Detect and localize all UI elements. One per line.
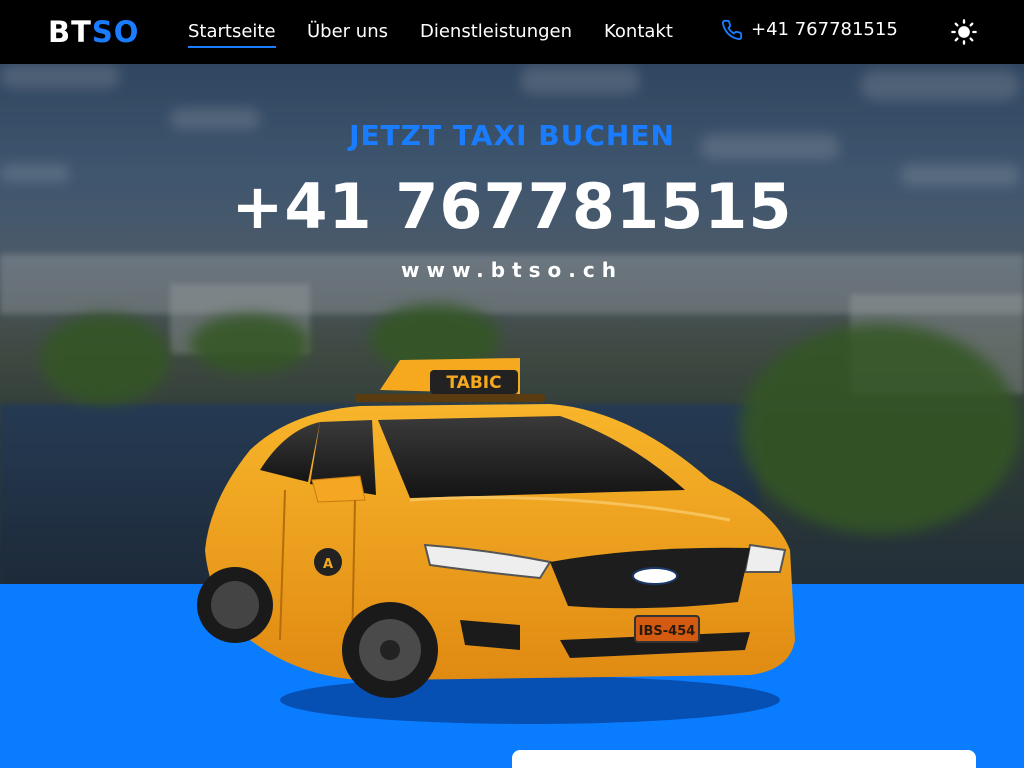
nav-phone-link[interactable]: +41 767781515 <box>721 18 898 42</box>
hero-tagline: JETZT TAXI BUCHEN <box>349 119 675 152</box>
theme-toggle-button[interactable] <box>950 18 978 46</box>
svg-text:A: A <box>323 557 333 572</box>
logo-text-accent: SO <box>91 15 140 49</box>
hero-phone-number[interactable]: +41 767781515 <box>0 168 1024 246</box>
sun-icon <box>951 19 977 45</box>
nav-link-ueber-uns[interactable]: Über uns <box>307 20 388 44</box>
nav-link-kontakt[interactable]: Kontakt <box>604 20 673 44</box>
phone-icon <box>721 19 743 41</box>
license-plate-text: IBS-454 <box>639 624 696 639</box>
logo-text-primary: BT <box>48 15 92 49</box>
nav-link-dienstleistungen[interactable]: Dienstleistungen <box>420 20 572 44</box>
taxi-sign-text: TABIC <box>446 373 501 393</box>
hero-website[interactable]: www.btso.ch <box>0 256 1024 284</box>
nav-phone-number: +41 767781515 <box>751 19 898 40</box>
navbar: BTSO Startseite Über uns Dienstleistunge… <box>0 0 1024 64</box>
taxi-car-image: TABIC A IBS-454 <box>197 358 795 724</box>
logo[interactable]: BTSO <box>48 14 139 50</box>
nav-link-startseite[interactable]: Startseite <box>188 20 276 48</box>
booking-card <box>512 750 976 768</box>
